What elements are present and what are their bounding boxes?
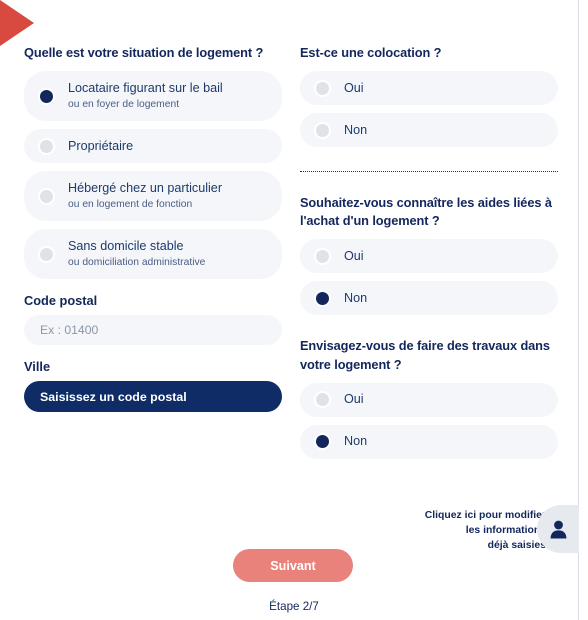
option-heberge[interactable]: Hébergé chez un particulier ou en logeme… — [24, 171, 282, 222]
radio-proprietaire[interactable] — [38, 137, 55, 155]
colocation-option-oui[interactable]: Oui — [300, 71, 558, 106]
edit-saved-info-link[interactable]: Cliquez ici pour modifier les informatio… — [396, 509, 546, 553]
option-sans-domicile-text: Sans domicile stable ou domiciliation ad… — [68, 238, 205, 270]
travaux-question: Envisagez-vous de faire des travaux dans… — [300, 338, 550, 372]
radio-heberge[interactable] — [38, 187, 55, 205]
aides-question: Souhaitez-vous connaître les aides liées… — [300, 195, 552, 229]
postal-code-input[interactable] — [24, 315, 282, 346]
travaux-option-non[interactable]: Non — [300, 424, 558, 459]
option-sans-domicile[interactable]: Sans domicile stable ou domiciliation ad… — [24, 229, 282, 280]
housing-situation-question: Quelle est votre situation de logement ? — [24, 45, 264, 60]
radio-sans-domicile[interactable] — [38, 245, 55, 263]
step-indicator: Étape 2/7 — [269, 600, 319, 613]
section-divider — [300, 171, 558, 173]
city-select-button[interactable]: Saisissez un code postal — [24, 381, 282, 413]
radio-colocation-non[interactable] — [314, 121, 331, 139]
left-column: Quelle est votre situation de logement ?… — [24, 44, 282, 467]
edit-link-line1: Cliquez ici pour modifier — [424, 510, 546, 521]
option-locataire-text: Locataire figurant sur le bail ou en foy… — [68, 80, 223, 112]
option-proprietaire-text: Propriétaire — [68, 138, 133, 155]
aides-option-oui[interactable]: Oui — [300, 239, 558, 274]
next-button[interactable]: Suivant — [233, 549, 353, 582]
travaux-option-oui-label: Oui — [344, 392, 364, 407]
option-proprietaire[interactable]: Propriétaire — [24, 129, 282, 164]
colocation-question: Est-ce une colocation ? — [300, 45, 442, 60]
radio-travaux-oui[interactable] — [314, 391, 331, 409]
right-column: Est-ce une colocation ? Oui Non Souhaite… — [300, 44, 558, 467]
travaux-option-non-label: Non — [344, 434, 368, 449]
colocation-option-oui-label: Oui — [344, 80, 364, 95]
aides-option-non-label: Non — [344, 290, 368, 305]
option-locataire[interactable]: Locataire figurant sur le bail ou en foy… — [24, 71, 282, 122]
option-proprietaire-label: Propriétaire — [68, 138, 134, 153]
edit-link-line3: déjà saisies — [487, 539, 546, 551]
option-sans-domicile-label: Sans domicile stable — [68, 238, 184, 253]
corner-arrow-decoration — [0, 0, 34, 46]
person-icon — [550, 520, 566, 539]
option-locataire-sublabel: ou en foyer de logement — [68, 98, 180, 110]
option-heberge-label: Hébergé chez un particulier — [68, 180, 223, 195]
option-heberge-sublabel: ou en logement de fonction — [68, 198, 193, 210]
edit-link-line2: les informations — [465, 524, 546, 536]
option-locataire-label: Locataire figurant sur le bail — [68, 80, 223, 95]
city-label: Ville — [24, 359, 51, 375]
colocation-option-non-label: Non — [344, 122, 368, 137]
triangle-right-icon — [0, 0, 34, 46]
radio-aides-oui[interactable] — [314, 247, 331, 265]
aides-option-oui-label: Oui — [344, 248, 364, 263]
aides-option-non[interactable]: Non — [300, 281, 558, 316]
postal-code-label: Code postal — [24, 293, 98, 309]
user-profile-tab[interactable] — [537, 505, 579, 553]
radio-colocation-oui[interactable] — [314, 79, 331, 97]
radio-travaux-non[interactable] — [314, 433, 331, 451]
form-container: Quelle est votre situation de logement ?… — [0, 44, 588, 467]
colocation-option-non[interactable]: Non — [300, 113, 558, 148]
option-heberge-text: Hébergé chez un particulier ou en logeme… — [68, 180, 222, 212]
radio-locataire[interactable] — [38, 87, 55, 105]
radio-aides-non[interactable] — [314, 289, 331, 307]
travaux-option-oui[interactable]: Oui — [300, 382, 558, 417]
option-sans-domicile-sublabel: ou domiciliation administrative — [68, 256, 206, 268]
